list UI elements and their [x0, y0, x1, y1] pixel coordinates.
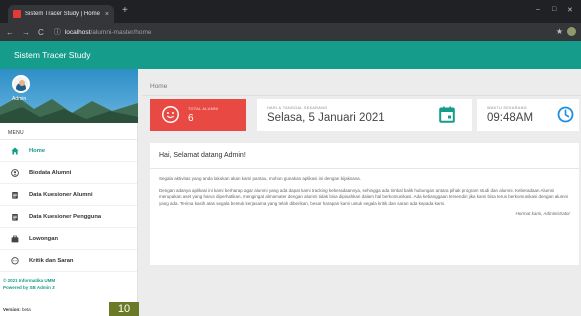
welcome-body: Segala aktivitas yang anda lakukan akan … [150, 169, 579, 216]
sidebar-item-label: Data Kuesioner Pengguna [29, 213, 102, 220]
version-info: Version: beta [3, 307, 31, 312]
welcome-intro: Segala aktivitas yang anda lakukan akan … [159, 176, 361, 181]
sidebar-item-label: Home [29, 147, 46, 154]
breadcrumb: Home [150, 83, 168, 90]
forward-button[interactable]: → [22, 28, 30, 37]
sidebar-item-label: Biodata Alumni [29, 169, 72, 176]
url-host: localhost [64, 28, 91, 36]
minimize-button[interactable]: – [536, 6, 540, 13]
sidebar: Admin MENU Home Biodata Alumni Data Kues… [0, 69, 138, 316]
time-card: WAKTU SEKARANG 09:48AM [477, 99, 579, 131]
date-value: Selasa, 5 Januari 2021 [267, 112, 385, 124]
sidebar-item-home[interactable]: Home [0, 140, 137, 162]
sidebar-item-biodata-alumni[interactable]: Biodata Alumni [0, 162, 137, 184]
page-number-badge: 10 [109, 302, 139, 316]
welcome-paragraph: Dengan adanya aplikasi ini kami berharap… [159, 188, 568, 206]
bookmark-star-icon[interactable]: ★ [556, 27, 563, 36]
menu-heading: MENU [0, 123, 137, 140]
date-label: HARI & TANGGAL SEKARANG [267, 106, 328, 110]
tab-title: Sistem Tracer Study | Home [25, 11, 100, 17]
url-path: /alumni-master/home [90, 28, 152, 36]
calendar-icon [439, 106, 455, 128]
briefcase-icon [11, 235, 19, 243]
profile-banner: Admin [0, 69, 138, 123]
copyright-text: © 2021 Informatika UMM [3, 278, 56, 283]
app-header: Sistem Tracer Study [0, 41, 581, 69]
sidebar-item-kritik-dan-saran[interactable]: Kritik dan Saran [0, 250, 137, 272]
sidebar-item-data-kuesioner-pengguna[interactable]: Data Kuesioner Pengguna [0, 206, 137, 228]
favicon-icon [13, 10, 21, 18]
comment-icon [11, 256, 19, 265]
tab-close-button[interactable]: × [105, 11, 109, 18]
info-icon[interactable]: ⓘ [54, 27, 61, 37]
browser-tab-bar: Sistem Tracer Study | Home × + – □ ✕ [0, 0, 581, 23]
total-alumni-card: TOTAL ALUMNI 6 [150, 99, 246, 131]
welcome-title: Hai, Selamat datang Admin! [150, 143, 579, 169]
account-icon [11, 168, 19, 177]
window-close-button[interactable]: ✕ [567, 6, 573, 14]
sidebar-item-label: Lowongan [29, 235, 58, 242]
clipboard-icon [11, 191, 19, 199]
sidebar-item-label: Kritik dan Saran [29, 257, 74, 264]
browser-profile-avatar[interactable] [567, 27, 576, 36]
address-bar: ← → C ⓘ localhost /alumni-master/home ★ [0, 23, 581, 41]
sidebar-item-data-kuesioner-alumni[interactable]: Data Kuesioner Alumni [0, 184, 137, 206]
avatar[interactable] [12, 75, 30, 93]
total-alumni-label: TOTAL ALUMNI [188, 107, 219, 111]
version-value: beta [22, 307, 31, 312]
divider [142, 95, 581, 96]
home-icon [11, 147, 19, 155]
browser-tab[interactable]: Sistem Tracer Study | Home × [8, 5, 114, 23]
version-label: Version: [3, 307, 21, 312]
face-icon [162, 106, 179, 123]
profile-name: Admin [12, 96, 27, 102]
sidebar-item-label: Data Kuesioner Alumni [29, 191, 93, 198]
maximize-button[interactable]: □ [552, 6, 556, 13]
clipboard-icon [11, 213, 19, 221]
welcome-signature: Hormat kami, Administrator [515, 211, 570, 217]
welcome-card: Hai, Selamat datang Admin! Segala aktivi… [150, 143, 579, 265]
back-button[interactable]: ← [6, 28, 14, 37]
app-title[interactable]: Sistem Tracer Study [14, 50, 91, 60]
reload-button[interactable]: C [38, 28, 44, 37]
powered-by-text: Powered by SB Admin 3 [3, 285, 55, 290]
new-tab-button[interactable]: + [122, 5, 128, 16]
date-card: HARI & TANGGAL SEKARANG Selasa, 5 Januar… [257, 99, 472, 131]
time-value: 09:48AM [487, 112, 534, 124]
total-alumni-value: 6 [188, 113, 194, 124]
clock-icon [557, 106, 574, 128]
sidebar-item-lowongan[interactable]: Lowongan [0, 228, 137, 250]
url-field[interactable]: ⓘ localhost /alumni-master/home [54, 26, 152, 39]
time-label: WAKTU SEKARANG [487, 106, 527, 110]
sidebar-footer: © 2021 Informatika UMM Powered by SB Adm… [0, 272, 137, 291]
avatar-face [19, 80, 25, 86]
